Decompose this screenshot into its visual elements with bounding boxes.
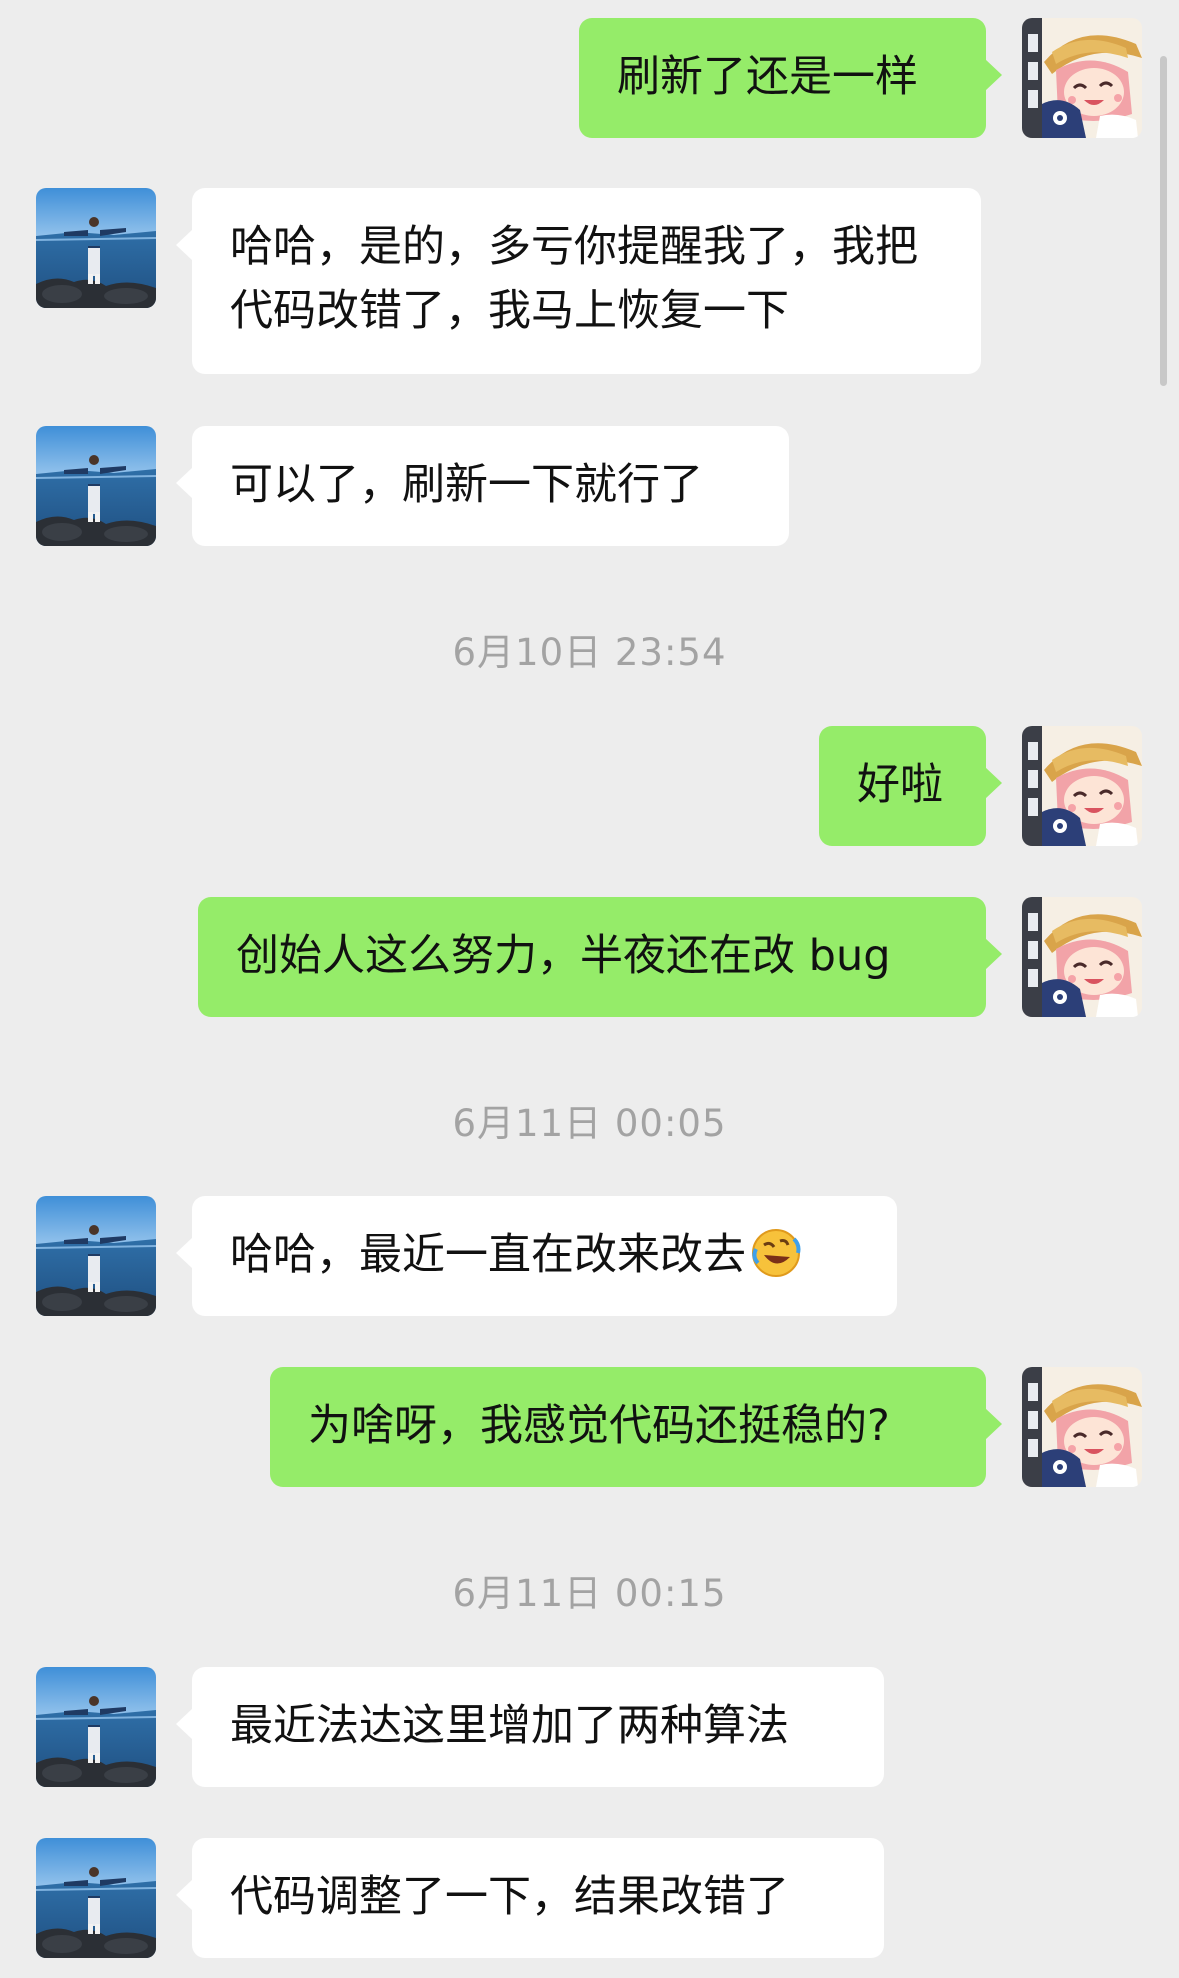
anime-girl-straw-hat-avatar-icon bbox=[1022, 726, 1142, 846]
timestamp: 6月11日 00:15 bbox=[452, 1572, 727, 1615]
contact-avatar[interactable] bbox=[36, 426, 156, 546]
message-text: 好啦 bbox=[857, 760, 943, 810]
contact-avatar[interactable] bbox=[36, 188, 156, 308]
anime-girl-straw-hat-avatar-icon bbox=[1022, 1367, 1142, 1487]
message-bubble[interactable]: 代码调整了一下，结果改错了 bbox=[176, 1838, 884, 1958]
man-by-sea-avatar-icon bbox=[36, 188, 156, 308]
message-bubble[interactable]: 好啦 bbox=[819, 726, 1002, 846]
message-text: 代码调整了一下，结果改错了 bbox=[230, 1872, 789, 1922]
rolling-on-floor-laughing-emoji-icon bbox=[750, 1227, 802, 1279]
self-avatar[interactable] bbox=[1022, 726, 1142, 846]
message-bubble[interactable]: 哈哈，是的，多亏你提醒我了，我把代码改错了，我马上恢复一下 bbox=[176, 188, 981, 374]
self-avatar[interactable] bbox=[1022, 1367, 1142, 1487]
message-text: 哈哈，是的，多亏你提醒我了，我把代码改错了，我马上恢复一下 bbox=[230, 222, 918, 336]
contact-avatar[interactable] bbox=[36, 1196, 156, 1316]
message-text: 可以了，刷新一下就行了 bbox=[230, 460, 703, 510]
contact-avatar[interactable] bbox=[36, 1667, 156, 1787]
message-bubble[interactable]: 可以了，刷新一下就行了 bbox=[176, 426, 789, 546]
message-bubble[interactable]: 为啥呀，我感觉代码还挺稳的? bbox=[270, 1367, 1002, 1487]
man-by-sea-avatar-icon bbox=[36, 1667, 156, 1787]
anime-girl-straw-hat-avatar-icon bbox=[1022, 897, 1142, 1017]
contact-avatar[interactable] bbox=[36, 1838, 156, 1958]
man-by-sea-avatar-icon bbox=[36, 1838, 156, 1958]
message-text: 创始人这么努力，半夜还在改 bug bbox=[236, 931, 891, 981]
message-bubble[interactable]: 刷新了还是一样 bbox=[579, 18, 1002, 138]
message-bubble[interactable]: 最近法达这里增加了两种算法 bbox=[176, 1667, 884, 1787]
self-avatar[interactable] bbox=[1022, 18, 1142, 138]
chat-area[interactable]: 刷新了还是一样 哈哈，是的，多亏你提醒我了，我把代码改错了，我马上恢复一下 可以… bbox=[0, 0, 1179, 1978]
message-text: 为啥呀，我感觉代码还挺稳的? bbox=[308, 1401, 890, 1451]
self-avatar[interactable] bbox=[1022, 897, 1142, 1017]
message-bubble[interactable]: 创始人这么努力，半夜还在改 bug bbox=[198, 897, 1002, 1017]
message-text: 刷新了还是一样 bbox=[617, 52, 918, 102]
anime-girl-straw-hat-avatar-icon bbox=[1022, 18, 1142, 138]
message-text: 哈哈，最近一直在改来改去 bbox=[230, 1230, 746, 1280]
man-by-sea-avatar-icon bbox=[36, 1196, 156, 1316]
message-text: 最近法达这里增加了两种算法 bbox=[230, 1701, 789, 1751]
timestamp: 6月11日 00:05 bbox=[452, 1102, 727, 1145]
man-by-sea-avatar-icon bbox=[36, 426, 156, 546]
scrollbar[interactable] bbox=[1160, 56, 1167, 386]
timestamp: 6月10日 23:54 bbox=[452, 631, 727, 674]
message-bubble[interactable]: 哈哈，最近一直在改来改去 bbox=[176, 1196, 897, 1316]
